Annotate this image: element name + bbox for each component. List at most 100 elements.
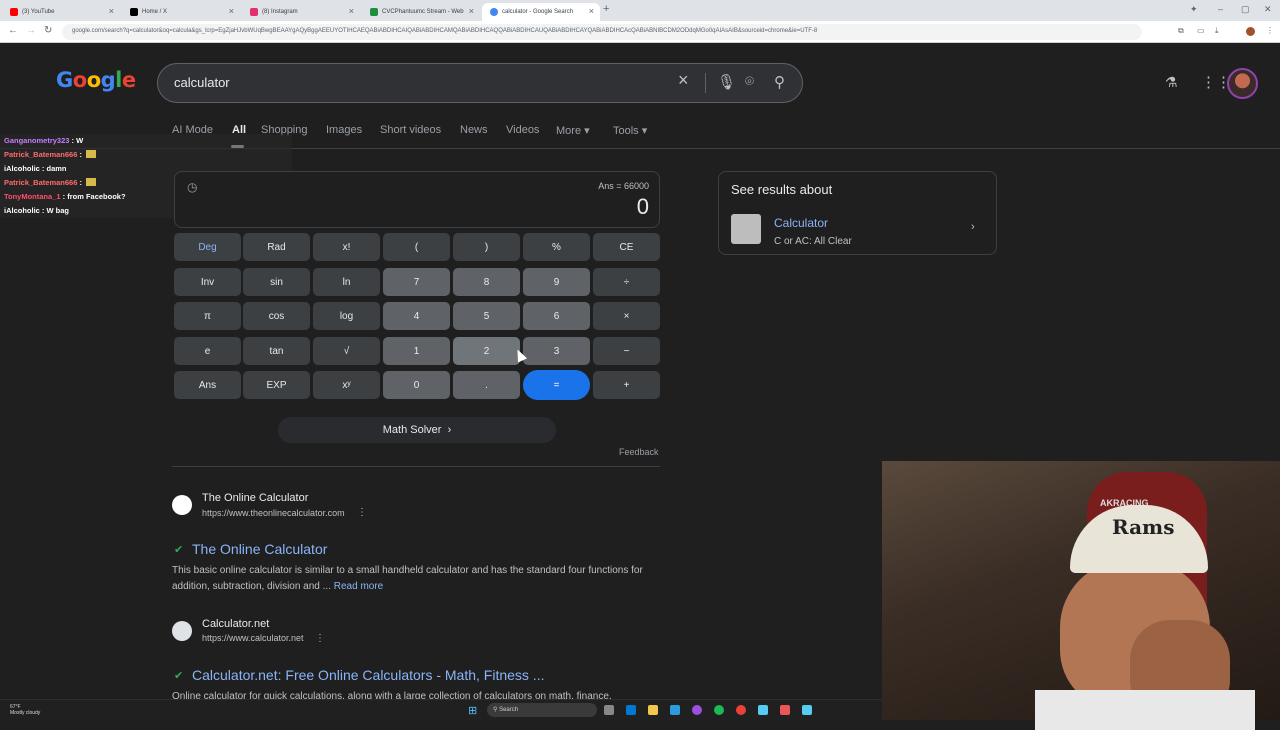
history-icon[interactable]: ◷ — [187, 180, 197, 194]
key-log[interactable]: log — [313, 302, 380, 330]
key-add[interactable]: + — [593, 371, 660, 399]
tab-tools[interactable]: Tools ▾ — [613, 124, 647, 137]
key-sin[interactable]: sin — [243, 268, 310, 296]
close-icon[interactable]: × — [469, 6, 474, 16]
file-explorer-icon[interactable] — [648, 705, 658, 715]
url-field[interactable]: google.com/search?q=calculator&oq=calcul… — [62, 24, 1142, 40]
key-close-paren[interactable]: ) — [453, 233, 520, 261]
weather-widget[interactable]: 67°F Mostly cloudy — [10, 704, 40, 716]
tab-google-search[interactable]: calculator - Google Search × — [482, 3, 600, 21]
back-icon[interactable]: ← — [8, 25, 18, 36]
key-pi[interactable]: π — [174, 302, 241, 330]
labs-flask-icon[interactable]: ⚗ — [1165, 74, 1178, 91]
key-deg[interactable]: Deg — [174, 233, 241, 261]
key-percent[interactable]: % — [523, 233, 590, 261]
site-name[interactable]: The Online Calculator — [202, 492, 308, 504]
key-0[interactable]: 0 — [383, 371, 450, 399]
key-power[interactable]: xʸ — [313, 371, 380, 399]
math-solver-button[interactable]: Math Solver › — [278, 417, 556, 443]
key-cos[interactable]: cos — [243, 302, 310, 330]
sidebar-icon[interactable]: ▭ — [1197, 26, 1205, 35]
key-6[interactable]: 6 — [523, 302, 590, 330]
maximize-icon[interactable]: ▢ — [1241, 4, 1250, 15]
new-tab-button[interactable]: + — [603, 3, 609, 15]
google-logo[interactable]: Google — [56, 68, 136, 92]
result-title[interactable]: The Online Calculator — [192, 541, 327, 557]
avatar[interactable] — [1227, 68, 1258, 99]
key-clear-entry[interactable]: CE — [593, 233, 660, 261]
search-icon[interactable]: ⚲ — [774, 73, 785, 91]
tab-videos[interactable]: Videos — [506, 124, 539, 136]
menu-icon[interactable]: ⋮ — [1266, 26, 1274, 35]
tab-images[interactable]: Images — [326, 124, 362, 136]
reload-icon[interactable]: ↻ — [44, 25, 52, 36]
key-exp[interactable]: EXP — [243, 371, 310, 399]
more-options-icon[interactable]: ⋮ — [357, 507, 367, 518]
chevron-right-icon[interactable]: › — [971, 221, 975, 233]
site-url[interactable]: https://www.calculator.net — [202, 633, 304, 643]
key-equals[interactable]: = — [523, 370, 590, 400]
microphone-icon[interactable]: 🎙 — [717, 73, 736, 91]
taskbar-search[interactable]: ⚲ Search — [487, 703, 597, 717]
search-input[interactable] — [174, 75, 654, 90]
site-name[interactable]: Calculator.net — [202, 618, 269, 630]
app-icon[interactable] — [802, 705, 812, 715]
window-close-icon[interactable]: ✕ — [1264, 4, 1272, 15]
more-options-icon[interactable]: ⋮ — [315, 633, 325, 644]
discord-icon[interactable] — [692, 705, 702, 715]
feedback-link[interactable]: Feedback — [619, 447, 659, 457]
obs-icon[interactable] — [780, 705, 790, 715]
minimize-icon[interactable]: – — [1218, 4, 1223, 14]
key-2[interactable]: 2 — [453, 337, 520, 365]
app-icon[interactable] — [758, 705, 768, 715]
key-3[interactable]: 3 — [523, 337, 590, 365]
tab-youtube[interactable]: (3) YouTube × — [2, 3, 120, 21]
key-rad[interactable]: Rad — [243, 233, 310, 261]
tab-stream[interactable]: CVCPhantuumc Stream - Web × — [362, 3, 480, 21]
key-inv[interactable]: Inv — [174, 268, 241, 296]
extensions-icon[interactable]: ⧉ — [1178, 26, 1184, 36]
key-decimal[interactable]: . — [453, 371, 520, 399]
key-4[interactable]: 4 — [383, 302, 450, 330]
site-url[interactable]: https://www.theonlinecalculator.com — [202, 508, 345, 518]
key-factorial[interactable]: x! — [313, 233, 380, 261]
tab-search-icon[interactable]: ✦ — [1190, 4, 1198, 15]
spotify-icon[interactable] — [714, 705, 724, 715]
close-icon[interactable]: × — [109, 6, 114, 16]
task-view-icon[interactable] — [604, 705, 614, 715]
see-results-about-card[interactable]: See results about Calculator C or AC: Al… — [718, 171, 997, 255]
close-icon[interactable]: × — [349, 6, 354, 16]
key-7[interactable]: 7 — [383, 268, 450, 296]
download-icon[interactable]: ⤓ — [1215, 26, 1219, 36]
read-more-link[interactable]: Read more — [334, 581, 383, 592]
close-icon[interactable]: × — [229, 6, 234, 16]
key-subtract[interactable]: − — [593, 337, 660, 365]
forward-icon[interactable]: → — [26, 25, 36, 36]
key-sqrt[interactable]: √ — [313, 337, 380, 365]
edge-icon[interactable] — [626, 705, 636, 715]
key-ln[interactable]: ln — [313, 268, 380, 296]
key-tan[interactable]: tan — [243, 337, 310, 365]
profile-icon[interactable] — [1246, 27, 1255, 36]
clear-icon[interactable]: × — [678, 70, 689, 91]
camera-lens-icon[interactable]: ⌾ — [745, 73, 754, 90]
key-1[interactable]: 1 — [383, 337, 450, 365]
key-9[interactable]: 9 — [523, 268, 590, 296]
tab-x[interactable]: Home / X × — [122, 3, 240, 21]
key-e[interactable]: e — [174, 337, 241, 365]
entity-name[interactable]: Calculator — [774, 216, 828, 230]
windows-start-icon[interactable]: ⊞ — [468, 704, 477, 717]
key-5[interactable]: 5 — [453, 302, 520, 330]
tab-news[interactable]: News — [460, 124, 488, 136]
key-divide[interactable]: ÷ — [593, 268, 660, 296]
key-ans[interactable]: Ans — [174, 371, 241, 399]
chrome-icon[interactable] — [736, 705, 746, 715]
tab-instagram[interactable]: (8) Instagram × — [242, 3, 360, 21]
close-icon[interactable]: × — [589, 6, 594, 16]
key-8[interactable]: 8 — [453, 268, 520, 296]
result-title[interactable]: Calculator.net: Free Online Calculators … — [192, 667, 544, 683]
tab-short-videos[interactable]: Short videos — [380, 124, 441, 136]
tab-more[interactable]: More ▾ — [556, 124, 590, 137]
key-open-paren[interactable]: ( — [383, 233, 450, 261]
store-icon[interactable] — [670, 705, 680, 715]
